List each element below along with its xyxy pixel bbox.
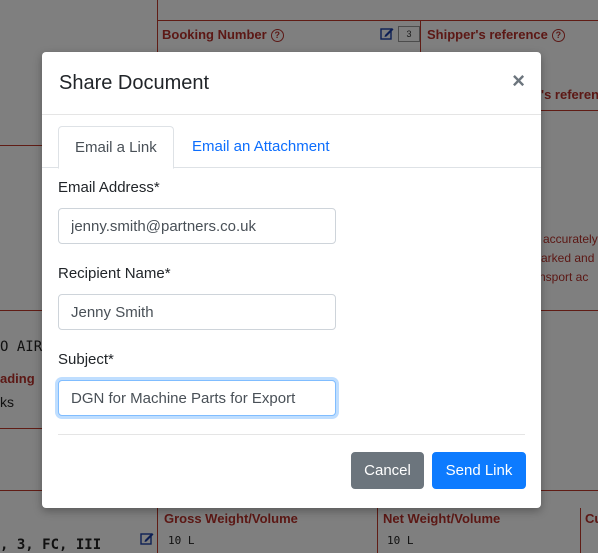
tab-email-link[interactable]: Email a Link [58,126,174,169]
modal-header: Share Document × [42,52,541,115]
send-link-button[interactable]: Send Link [432,452,526,489]
subject-label: Subject* [58,351,114,368]
tab-email-attachment[interactable]: Email an Attachment [176,126,346,166]
footer-divider [58,434,525,435]
recipient-name-label: Recipient Name* [58,265,171,282]
email-address-label: Email Address* [58,179,160,196]
recipient-name-field[interactable] [58,294,336,330]
share-document-modal: Share Document × Email a Link Email an A… [42,52,541,508]
subject-field[interactable] [58,380,336,416]
modal-title: Share Document [59,72,210,94]
email-address-field[interactable] [58,208,336,244]
share-tabs: Email a Link Email an Attachment [42,126,541,169]
cancel-button[interactable]: Cancel [351,452,424,489]
close-icon[interactable]: × [512,70,525,92]
